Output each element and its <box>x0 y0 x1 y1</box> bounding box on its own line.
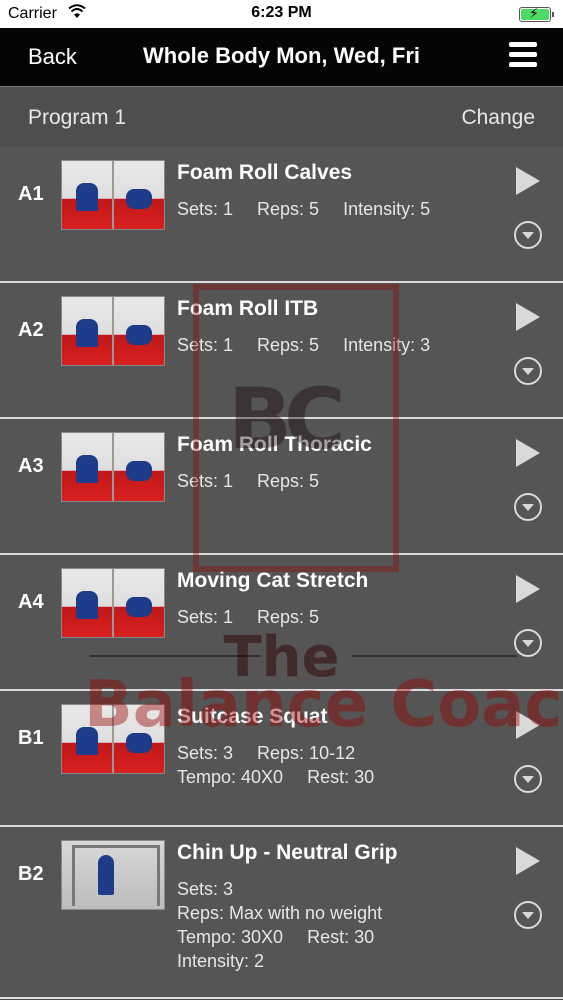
exercise-intensity: Intensity: 2 <box>177 951 265 971</box>
expand-chevron-icon[interactable] <box>514 765 542 793</box>
expand-chevron-icon[interactable] <box>514 901 542 929</box>
exercise-sets: Sets: 3 <box>177 879 234 899</box>
exercise-sets: Sets: 1 <box>177 607 234 627</box>
exercise-details: Sets: 1 Reps: 5 <box>177 605 319 629</box>
play-icon[interactable] <box>516 575 540 603</box>
exercise-details: Sets: 3 Reps: 10-12 Tempo: 40X0 Rest: 30 <box>177 741 374 789</box>
exercise-sets: Sets: 1 <box>177 199 234 219</box>
exercise-tempo: Tempo: 40X0 <box>177 767 284 787</box>
exercise-name: Chin Up - Neutral Grip <box>177 841 398 864</box>
exercise-thumbnail[interactable] <box>61 296 165 366</box>
exercise-row[interactable]: B2 Chin Up - Neutral Grip Sets: 3 Reps: … <box>0 827 563 999</box>
exercise-code: A1 <box>18 183 44 205</box>
exercise-sets: Sets: 3 <box>177 743 234 763</box>
status-bar: Carrier 6:23 PM ⚡ <box>0 0 563 28</box>
exercise-intensity: Intensity: 3 <box>343 335 431 355</box>
navigation-bar: Back Whole Body Mon, Wed, Fri <box>0 28 563 87</box>
exercise-sets: Sets: 1 <box>177 471 234 491</box>
exercise-row[interactable]: B1 Suitcase Squat Sets: 3 Reps: 10-12 Tem… <box>0 691 563 827</box>
program-name: Program 1 <box>28 106 127 129</box>
exercise-reps: Reps: 5 <box>257 199 320 219</box>
exercise-details: Sets: 1 Reps: 5 <box>177 469 319 493</box>
expand-chevron-icon[interactable] <box>514 629 542 657</box>
exercise-sets: Sets: 1 <box>177 335 234 355</box>
exercise-details: Sets: 3 Reps: Max with no weight Tempo: … <box>177 877 382 973</box>
play-icon[interactable] <box>516 711 540 739</box>
exercise-name: Foam Roll Thoracic <box>177 433 372 456</box>
exercise-reps: Reps: 5 <box>257 471 320 491</box>
exercise-code: A3 <box>18 455 44 477</box>
exercise-details: Sets: 1 Reps: 5 Intensity: 5 <box>177 197 430 221</box>
exercise-code: A2 <box>18 319 44 341</box>
battery-charging-icon: ⚡ <box>519 5 554 22</box>
exercise-reps: Reps: Max with no weight <box>177 903 383 923</box>
exercise-code: B1 <box>18 727 44 749</box>
exercise-thumbnail[interactable] <box>61 704 165 774</box>
hamburger-menu-icon[interactable] <box>509 42 537 70</box>
expand-chevron-icon[interactable] <box>514 357 542 385</box>
change-program-button[interactable]: Change <box>461 106 535 130</box>
expand-chevron-icon[interactable] <box>514 493 542 521</box>
exercise-row[interactable]: A4 Moving Cat Stretch Sets: 1 Reps: 5 <box>0 555 563 691</box>
exercise-row[interactable]: A3 Foam Roll Thoracic Sets: 1 Reps: 5 <box>0 419 563 555</box>
exercise-thumbnail[interactable] <box>61 160 165 230</box>
exercise-rest: Rest: 30 <box>307 767 375 787</box>
clock: 6:23 PM <box>251 4 312 21</box>
play-icon[interactable] <box>516 847 540 875</box>
exercise-rest: Rest: 30 <box>307 927 375 947</box>
play-icon[interactable] <box>516 439 540 467</box>
exercise-row[interactable]: A2 Foam Roll ITB Sets: 1 Reps: 5 Intensity… <box>0 283 563 419</box>
exercise-thumbnail[interactable] <box>61 568 165 638</box>
exercise-code: B2 <box>18 863 44 885</box>
exercise-list: A1 Foam Roll Calves Sets: 1 Reps: 5 Intens… <box>0 147 563 999</box>
exercise-name: Suitcase Squat <box>177 705 328 728</box>
exercise-name: Foam Roll Calves <box>177 161 353 184</box>
exercise-thumbnail[interactable] <box>61 432 165 502</box>
exercise-reps: Reps: 5 <box>257 607 320 627</box>
expand-chevron-icon[interactable] <box>514 221 542 249</box>
exercise-details: Sets: 1 Reps: 5 Intensity: 3 <box>177 333 430 357</box>
exercise-row[interactable]: A1 Foam Roll Calves Sets: 1 Reps: 5 Intens… <box>0 147 563 283</box>
exercise-name: Moving Cat Stretch <box>177 569 369 592</box>
program-bar: Program 1 Change <box>0 87 563 147</box>
exercise-code: A4 <box>18 591 44 613</box>
play-icon[interactable] <box>516 167 540 195</box>
page-title: Whole Body Mon, Wed, Fri <box>142 43 421 68</box>
exercise-reps: Reps: 5 <box>257 335 320 355</box>
exercise-tempo: Tempo: 30X0 <box>177 927 284 947</box>
play-icon[interactable] <box>516 303 540 331</box>
exercise-reps: Reps: 10-12 <box>257 743 356 763</box>
exercise-intensity: Intensity: 5 <box>343 199 431 219</box>
exercise-thumbnail[interactable] <box>61 840 165 910</box>
exercise-name: Foam Roll ITB <box>177 297 319 320</box>
